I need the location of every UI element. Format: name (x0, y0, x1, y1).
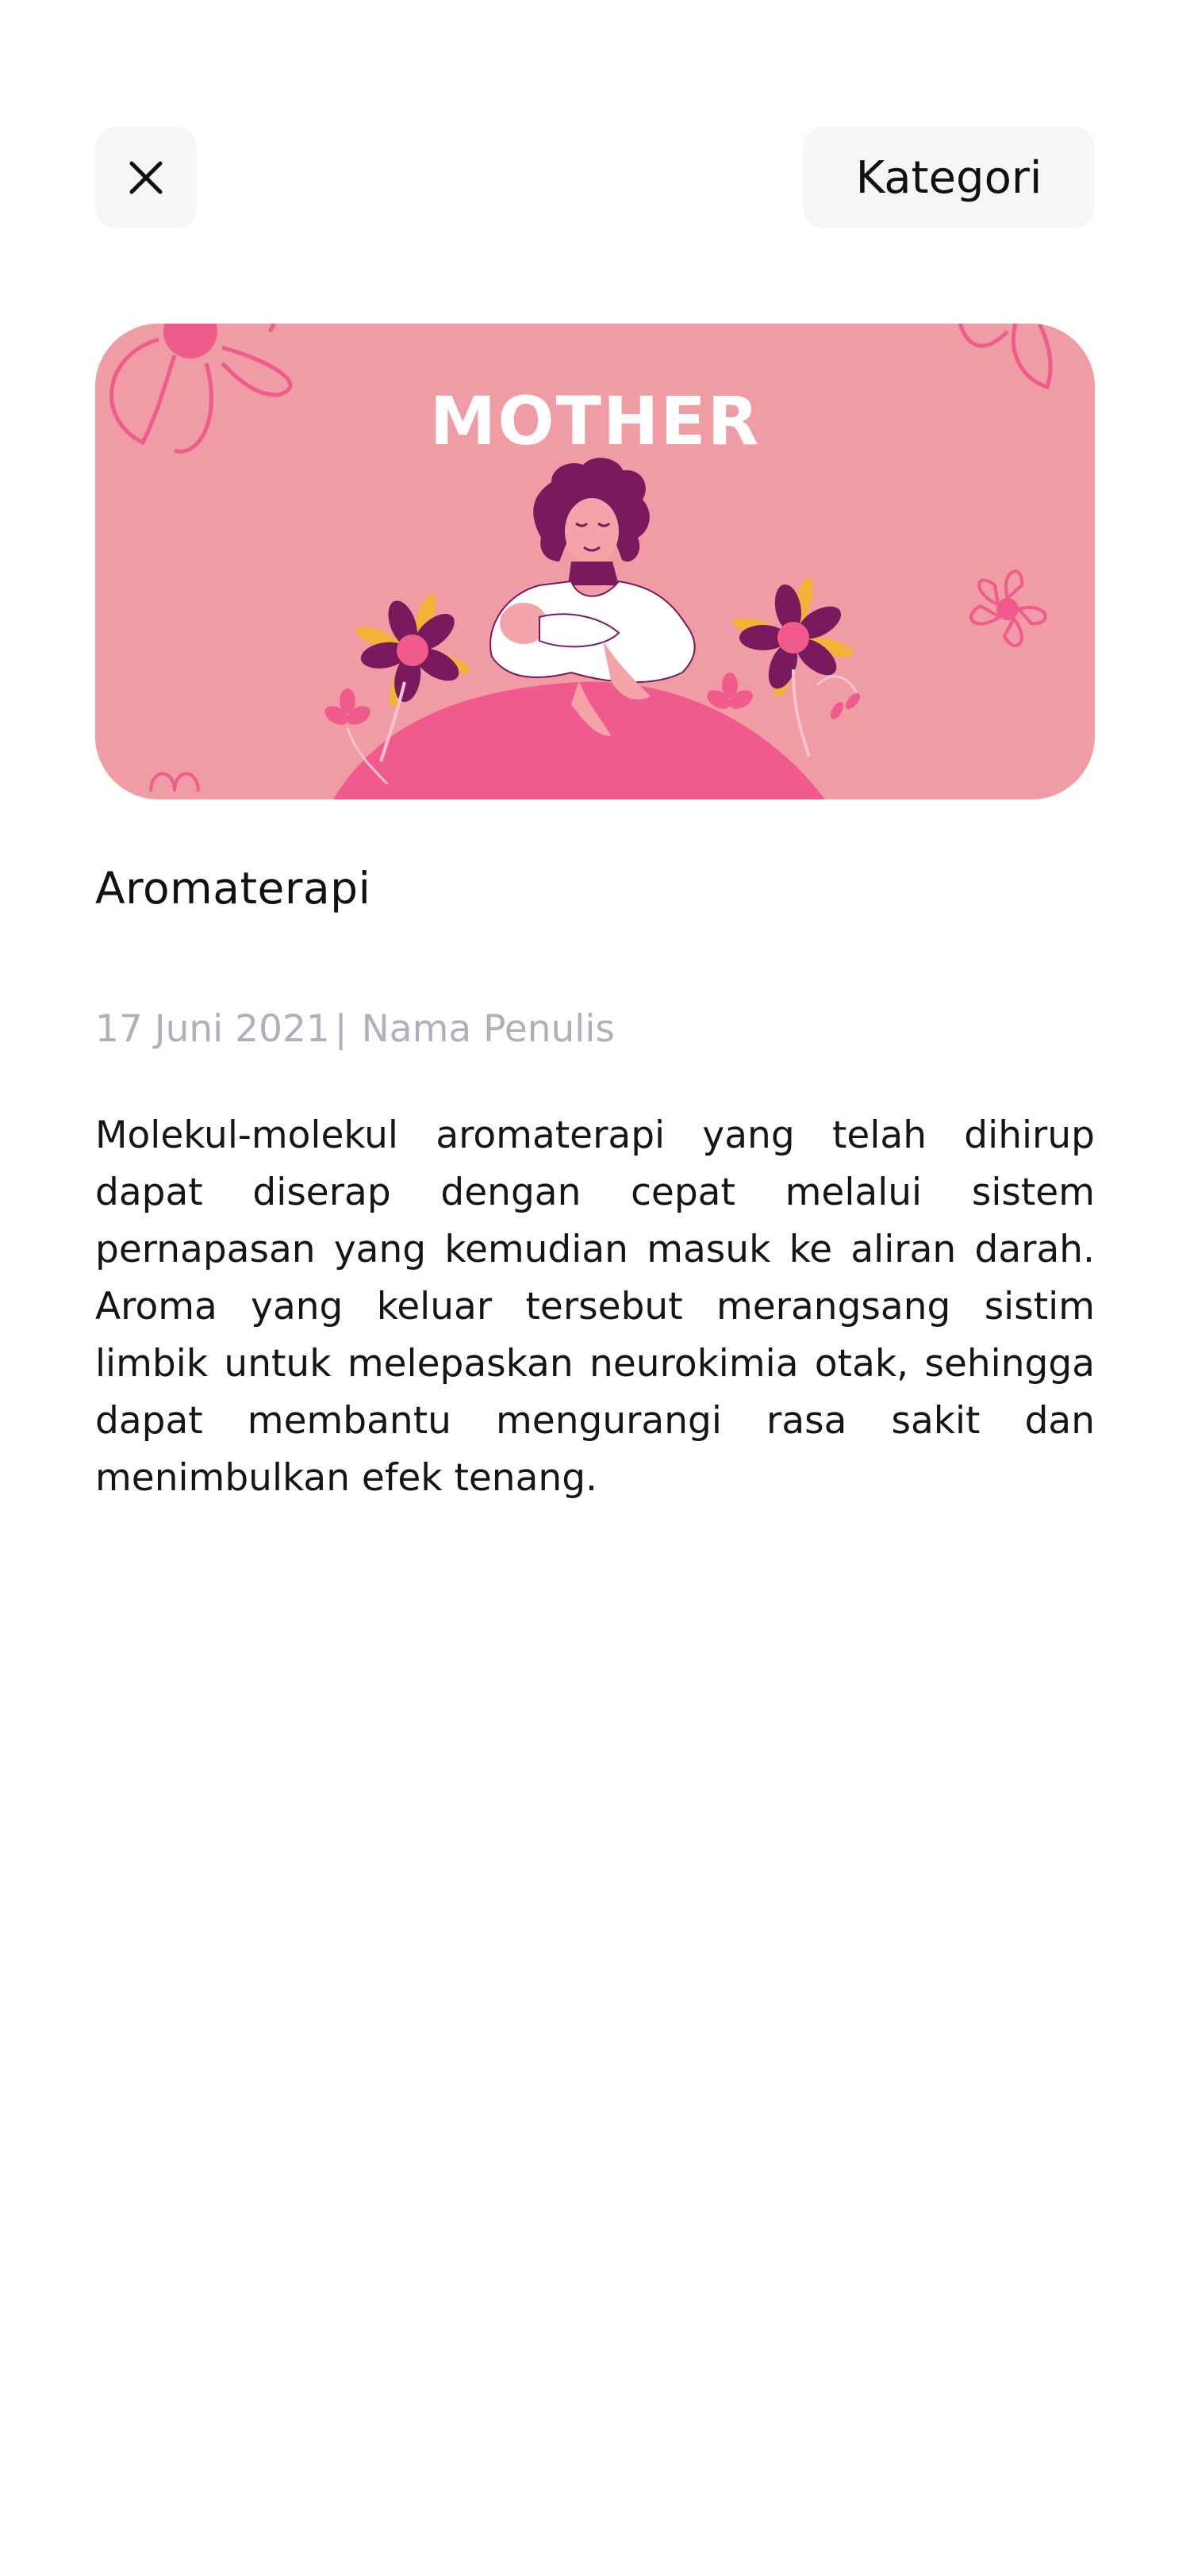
banner-title: MOTHER (430, 382, 761, 460)
article-body: Molekul-molekul aromaterapi yang telah d… (95, 1114, 1095, 1500)
close-icon (129, 161, 163, 194)
article-date: 17 Juni 2021 (95, 1007, 330, 1051)
article-meta: 17 Juni 2021 | Nama Penulis (95, 1007, 1095, 1051)
meta-separator: | (334, 1007, 347, 1051)
article-title: Aromaterapi (95, 863, 371, 914)
category-button[interactable]: Kategori (803, 127, 1095, 228)
article-banner-image: MOTHER (95, 324, 1095, 799)
article-author: Nama Penulis (361, 1007, 615, 1051)
close-button[interactable] (95, 127, 197, 228)
